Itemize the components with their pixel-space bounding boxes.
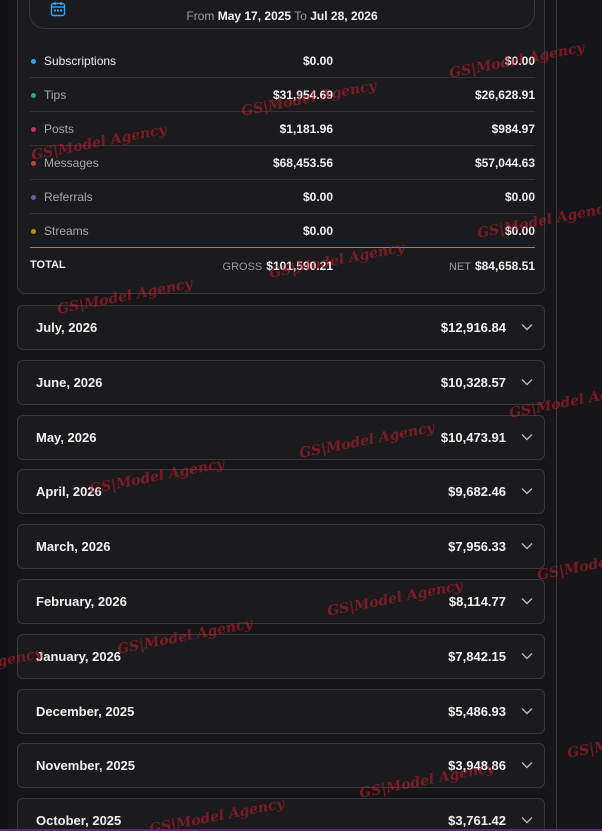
month-name: January, 2026 [36,648,122,664]
category-label: Referrals [44,190,93,204]
chevron-down-icon[interactable] [520,758,534,772]
chevron-down-icon[interactable] [520,539,534,553]
total-net: NET $84,658.51 [449,259,535,273]
watermark: GS|Model Agency [566,720,602,762]
month-name: July, 2026 [36,320,98,335]
month-row[interactable]: December, 2025 $5,486.93 [17,688,545,734]
category-dot [31,59,36,64]
chevron-down-icon[interactable] [520,813,534,827]
earnings-summary-card: From May 17, 2025 To Jul 28, 2026 Subscr… [17,0,545,294]
monthly-earnings-list: July, 2026 $12,916.84 June, 2026 $10,328.5… [17,305,545,831]
month-amount: $5,486.93 [448,703,506,719]
category-dot [31,161,36,166]
month-name: February, 2026 [36,593,127,609]
gross-label: GROSS [222,261,263,273]
earnings-row-tips: Tips $31,954.69 $26,628.91 [30,78,535,112]
to-date: Jul 28, 2026 [310,9,378,23]
date-range-picker[interactable]: From May 17, 2025 To Jul 28, 2026 [29,0,535,29]
month-name: March, 2026 [36,539,111,555]
gross-amount: $1,181.96 [279,122,333,136]
month-row[interactable]: April, 2026 $9,682.46 [17,469,545,515]
month-amount: $8,114.77 [448,593,506,609]
earnings-row-referrals: Referrals $0.00 $0.00 [30,180,535,214]
category-dot [31,195,36,200]
chevron-down-icon[interactable] [520,375,534,389]
earnings-page: From May 17, 2025 To Jul 28, 2026 Subscr… [0,0,602,831]
category-label: Streams [44,224,89,238]
month-row[interactable]: June, 2026 $10,328.57 [17,359,545,405]
chevron-down-icon[interactable] [520,649,534,663]
category-label: Subscriptions [44,54,117,68]
chevron-down-icon[interactable] [520,484,534,498]
month-amount: $10,473.91 [440,429,506,445]
category-label: Messages [44,156,99,170]
total-gross: GROSS $101,590.21 [223,259,333,273]
earnings-row-posts: Posts $1,181.96 $984.97 [30,112,535,146]
month-row[interactable]: July, 2026 $12,916.84 [17,305,545,350]
gross-amount: $68,453.56 [272,156,333,170]
net-amount: $26,628.91 [474,88,535,102]
month-name: June, 2026 [36,374,103,390]
earnings-row-subscriptions: Subscriptions $0.00 $0.00 [30,44,535,78]
total-gross-amount: $101,590.21 [266,259,333,273]
month-name: December, 2025 [36,703,135,719]
total-label: TOTAL [30,259,66,271]
month-name: November, 2025 [36,758,136,774]
date-range-text: From May 17, 2025 To Jul 28, 2026 [30,9,534,23]
month-row[interactable]: January, 2026 $7,842.15 [17,633,545,679]
month-amount: $3,761.42 [448,813,506,829]
net-label: NET [448,261,471,273]
net-amount: $0.00 [504,54,535,68]
category-dot [31,229,36,234]
month-name: May, 2026 [36,429,97,445]
category-dot [31,93,36,98]
month-amount: $10,328.57 [440,374,506,390]
month-amount: $12,916.84 [440,320,506,335]
net-amount: $0.00 [504,224,535,238]
watermark: GS|Model Agency [536,542,602,584]
month-name: April, 2026 [36,484,102,500]
left-sidebar-edge [0,0,8,831]
from-label: From [186,9,215,23]
chevron-down-icon[interactable] [520,430,534,444]
from-date: May 17, 2025 [217,9,292,23]
month-amount: $7,956.33 [448,539,506,555]
gross-amount: $0.00 [302,54,333,68]
gross-amount: $0.00 [302,224,333,238]
net-amount: $984.97 [491,122,535,136]
month-row[interactable]: February, 2026 $8,114.77 [17,578,545,624]
month-amount: $7,842.15 [448,648,506,664]
month-amount: $3,948.86 [448,758,506,774]
month-row[interactable]: March, 2026 $7,956.33 [17,524,545,570]
right-divider [556,0,557,831]
net-amount: $0.00 [504,190,535,204]
month-amount: $9,682.46 [448,484,506,500]
gross-amount: $0.00 [302,190,333,204]
chevron-down-icon[interactable] [520,704,534,718]
to-label: To [294,9,307,23]
month-row[interactable]: May, 2026 $10,473.91 [17,414,545,460]
earnings-row-messages: Messages $68,453.56 $57,044.63 [30,146,535,180]
category-label: Posts [44,122,75,136]
earnings-breakdown-list: Subscriptions $0.00 $0.00 Tips $31,954.6… [30,44,535,248]
month-row[interactable]: November, 2025 $3,948.86 [17,743,545,789]
total-row: TOTAL GROSS $101,590.21 NET $84,658.51 [30,251,535,281]
month-name: October, 2025 [36,813,122,829]
earnings-row-streams: Streams $0.00 $0.00 [30,214,535,248]
chevron-down-icon[interactable] [520,320,534,334]
gross-amount: $31,954.69 [272,88,333,102]
chevron-down-icon[interactable] [520,594,534,608]
month-row[interactable]: October, 2025 $3,761.42 [17,798,545,831]
category-dot [31,127,36,132]
category-label: Tips [44,88,67,102]
net-amount: $57,044.63 [474,156,535,170]
total-net-amount: $84,658.51 [474,259,535,273]
